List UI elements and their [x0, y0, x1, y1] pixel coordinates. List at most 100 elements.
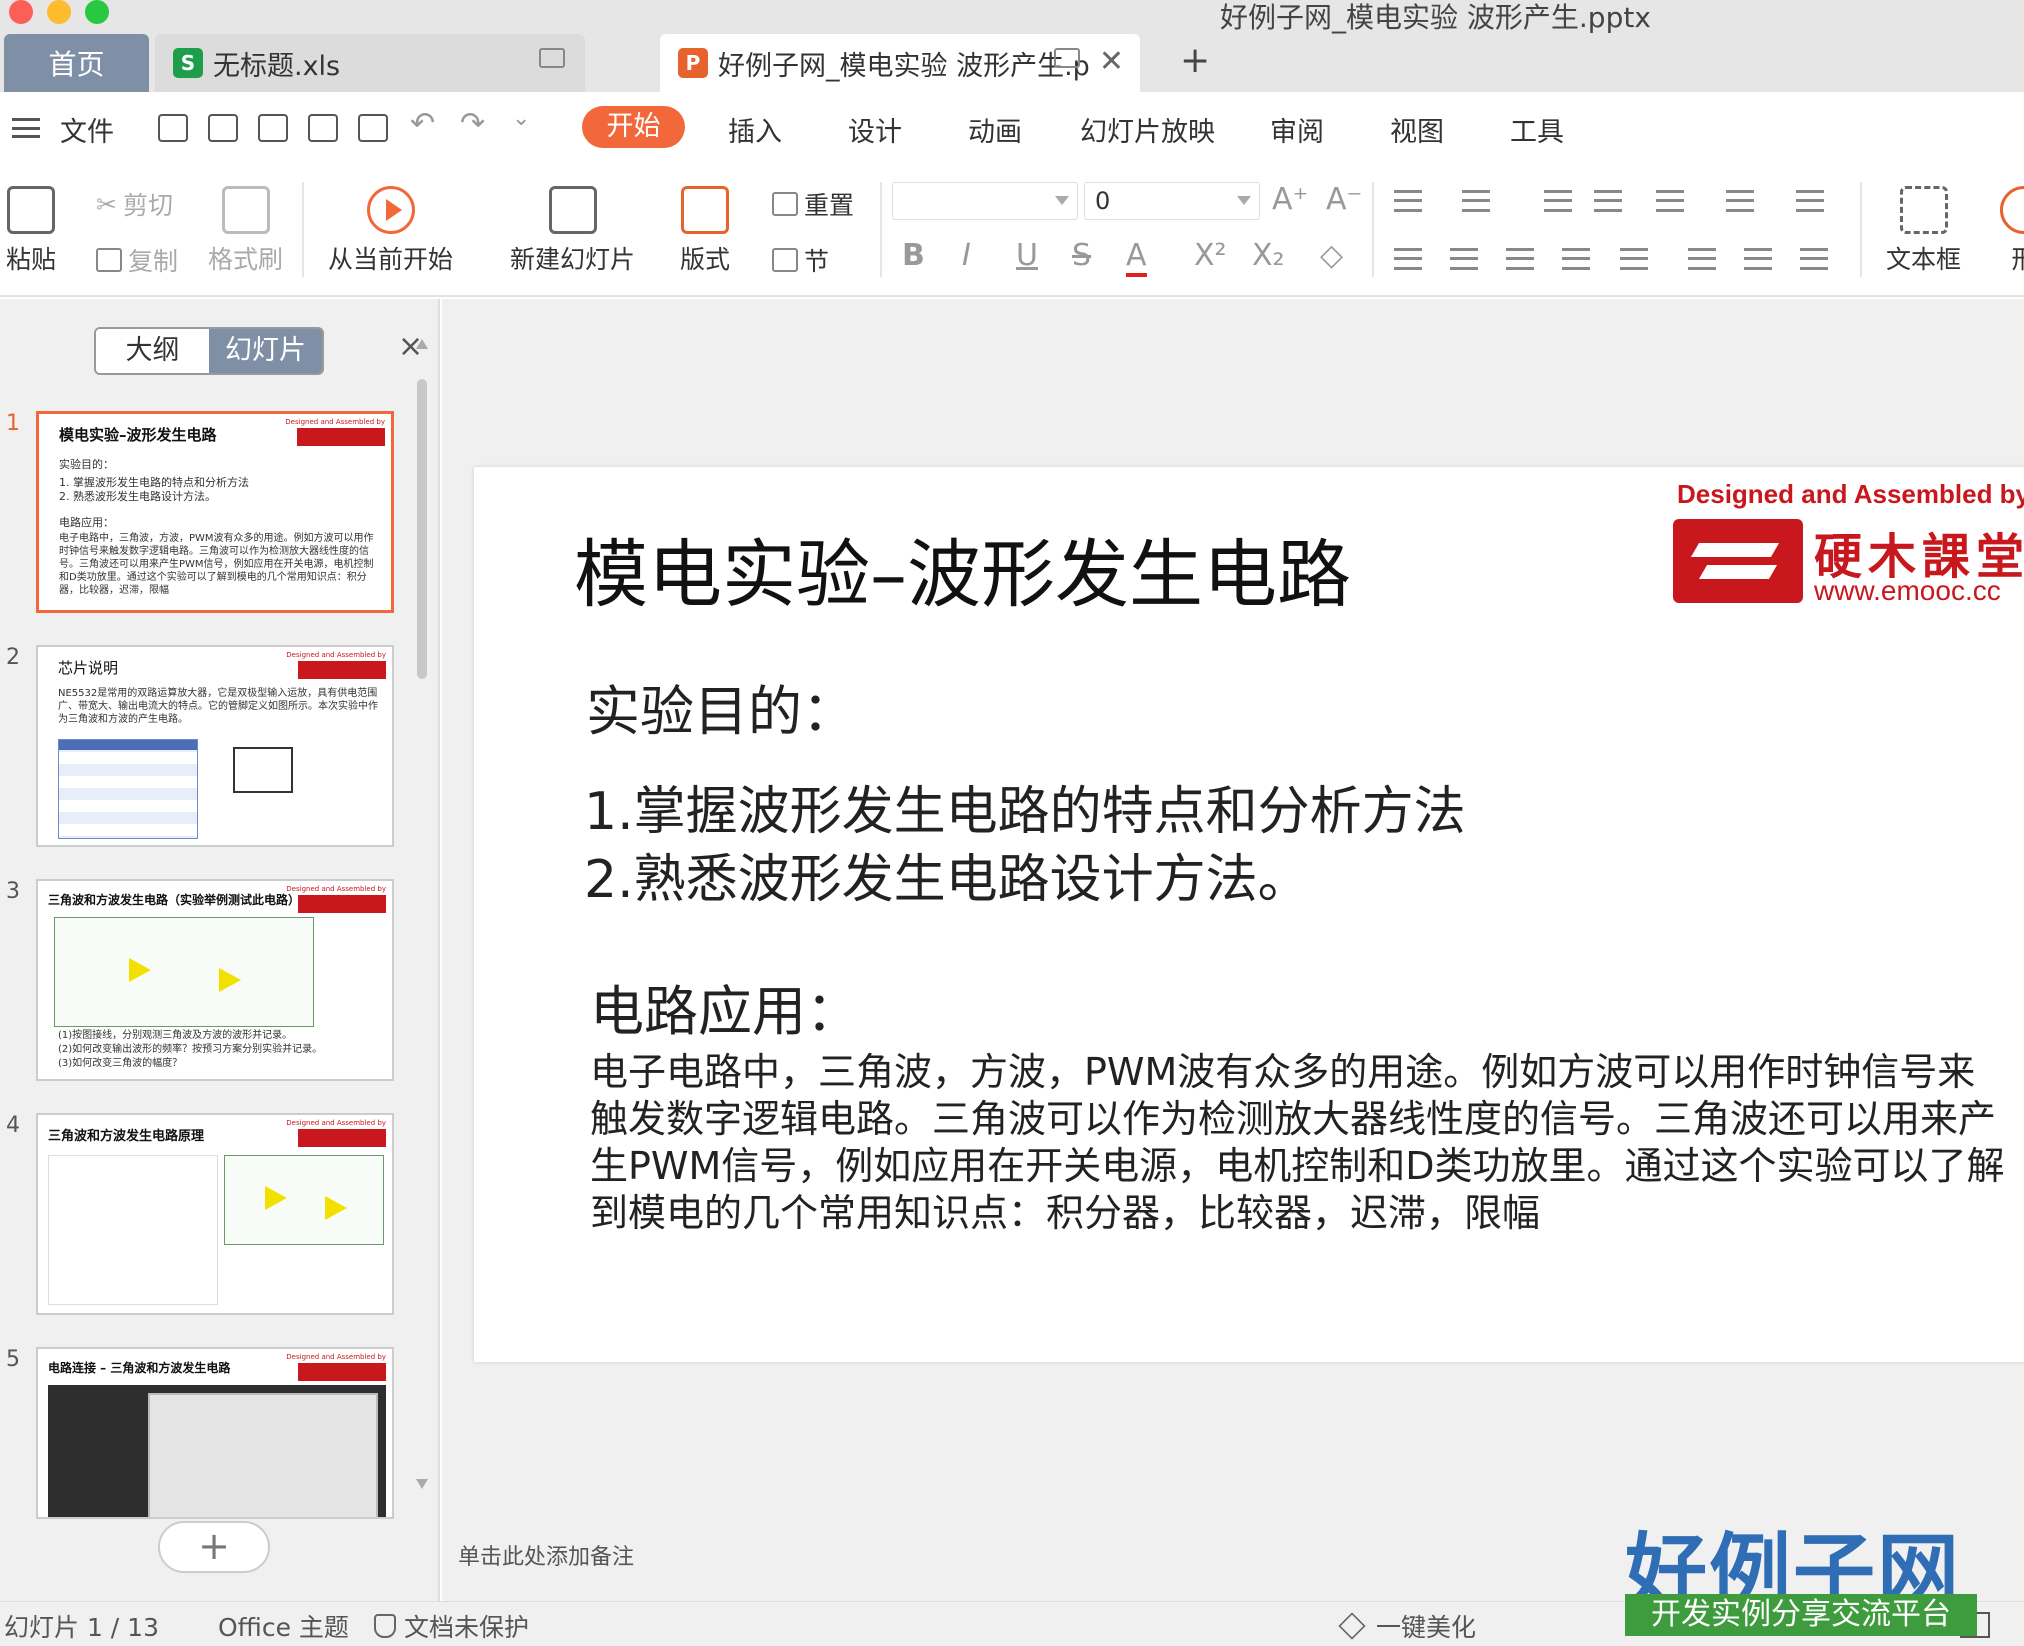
- close-window-button[interactable]: [9, 0, 33, 24]
- line-spacing-icon[interactable]: [1688, 248, 1716, 270]
- theme-name[interactable]: Office 主题: [218, 1608, 349, 1644]
- para-options-icon[interactable]: [1800, 248, 1828, 270]
- export-pdf-icon[interactable]: [258, 114, 288, 142]
- copy-button[interactable]: 复制: [96, 242, 178, 278]
- scroll-down-icon[interactable]: [416, 1479, 428, 1489]
- monitor-icon[interactable]: [1054, 48, 1080, 68]
- tab-slides[interactable]: 幻灯片: [209, 329, 322, 373]
- decrease-font-icon[interactable]: A⁻: [1326, 182, 1362, 217]
- justify-icon[interactable]: [1562, 248, 1590, 270]
- slide-thumbnail-4[interactable]: Designed and Assembled by 三角波和方波发生电路原理: [36, 1113, 394, 1315]
- scroll-up-icon[interactable]: [416, 339, 428, 349]
- layout-button[interactable]: 版式: [680, 186, 730, 276]
- zoom-window-button[interactable]: [85, 0, 109, 24]
- menu-tab-review[interactable]: 审阅: [1270, 110, 1324, 149]
- paste-button[interactable]: 粘贴: [6, 186, 56, 276]
- format-painter-button[interactable]: 格式刷: [208, 186, 283, 276]
- slide-thumbnail-5[interactable]: Designed and Assembled by 电路连接 – 三角波和方波发…: [36, 1347, 394, 1519]
- text-direction-icon[interactable]: [1656, 190, 1684, 212]
- increase-indent-icon[interactable]: [1594, 190, 1622, 212]
- application-body[interactable]: 电子电路中，三角波，方波，PWM波有众多的用途。例如方波可以用作时钟信号来触发数…: [590, 1049, 2010, 1237]
- reset-button[interactable]: 重置: [772, 186, 854, 222]
- tab-xls-document[interactable]: S 无标题.xls: [155, 34, 585, 92]
- menu-tab-slideshow[interactable]: 幻灯片放映: [1080, 110, 1215, 149]
- underline-icon[interactable]: U: [1016, 238, 1038, 273]
- slide-thumbnail-1[interactable]: Designed and Assembled by 模电实验–波形发生电路 实验…: [36, 411, 394, 613]
- thumbnail-text: (3)如何改变三角波的幅度？: [58, 1058, 183, 1069]
- subscript-icon[interactable]: X₂: [1252, 238, 1285, 273]
- thumbnail-scrollbar[interactable]: [416, 339, 428, 1489]
- section-button[interactable]: 节: [772, 242, 829, 278]
- columns-icon[interactable]: [1726, 190, 1754, 212]
- notes-placeholder[interactable]: 单击此处添加备注: [458, 1539, 634, 1571]
- bold-icon[interactable]: B: [902, 238, 925, 273]
- shape-button[interactable]: 形: [2000, 186, 2024, 276]
- italic-icon[interactable]: I: [962, 238, 971, 273]
- tab-bar: 好例子网_模电实验 波形产生.pptx 首页 S 无标题.xls P 好例子网_…: [0, 0, 2024, 92]
- menu-tab-insert[interactable]: 插入: [728, 110, 782, 149]
- distribute-icon[interactable]: [1620, 248, 1648, 270]
- open-folder-icon[interactable]: [158, 114, 188, 142]
- font-size-select[interactable]: 0: [1084, 182, 1260, 220]
- beautify-button[interactable]: 一键美化: [1338, 1608, 1476, 1644]
- align-left-icon[interactable]: [1394, 248, 1422, 270]
- increase-font-icon[interactable]: A⁺: [1272, 182, 1308, 217]
- document-protection[interactable]: 文档未保护: [374, 1608, 529, 1644]
- menu-tab-start[interactable]: 开始: [582, 106, 685, 148]
- thumbnail-paragraph: 电子电路中，三角波，方波，PWM波有众多的用途。例如方波可以用作时钟信号来触发数…: [59, 533, 374, 596]
- menu-tab-tools[interactable]: 工具: [1510, 110, 1564, 149]
- hamburger-menu-icon[interactable]: [12, 118, 40, 138]
- print-preview-icon[interactable]: [358, 114, 388, 142]
- tab-ppt-label: 好例子网_模电实验 波形产生.p: [718, 50, 1090, 82]
- new-slide-button[interactable]: 新建幻灯片: [510, 186, 635, 276]
- quick-access-dropdown-icon[interactable]: ⌄: [512, 106, 530, 131]
- menu-tab-view[interactable]: 视图: [1390, 110, 1444, 149]
- redo-icon[interactable]: ↷: [460, 106, 485, 141]
- slide-title[interactable]: 模电实验–波形发生电路: [574, 515, 1351, 622]
- current-slide[interactable]: 模电实验–波形发生电路 Designed and Assembled by 硬木…: [474, 467, 2024, 1362]
- align-center-icon[interactable]: [1450, 248, 1478, 270]
- minimize-window-button[interactable]: [47, 0, 71, 24]
- ribbon-toolbar: 粘贴 ✂ 剪切 复制 格式刷 从当前开始 新建幻灯片 版式 重置 节 0 A⁺ …: [0, 162, 2024, 297]
- tab-home[interactable]: 首页: [4, 34, 149, 92]
- cut-button[interactable]: ✂ 剪切: [96, 186, 173, 222]
- font-family-select[interactable]: [892, 182, 1078, 220]
- save-icon[interactable]: [208, 114, 238, 142]
- monitor-icon[interactable]: [539, 48, 565, 68]
- undo-icon[interactable]: ↶: [410, 106, 435, 141]
- shape-label: 形: [2011, 245, 2024, 274]
- clear-format-icon[interactable]: ◇: [1320, 238, 1343, 273]
- play-from-current-button[interactable]: 从当前开始: [328, 186, 453, 276]
- copy-icon: [96, 248, 122, 272]
- slide-panel: 大纲 幻灯片 × 1 Designed and Assembled by 模电实…: [0, 299, 440, 1601]
- font-color-icon[interactable]: A: [1126, 238, 1147, 277]
- close-tab-icon[interactable]: ✕: [1099, 44, 1124, 79]
- align-right-icon[interactable]: [1506, 248, 1534, 270]
- slide-thumbnail-3[interactable]: Designed and Assembled by 三角波和方波发生电路（实验举…: [36, 879, 394, 1081]
- new-slide-label: 新建幻灯片: [510, 245, 636, 274]
- slide-thumbnail-2[interactable]: Designed and Assembled by 芯片说明 NE5532是常用…: [36, 645, 394, 847]
- menu-tab-animation[interactable]: 动画: [968, 110, 1022, 149]
- application-heading[interactable]: 电路应用：: [590, 967, 860, 1046]
- superscript-icon[interactable]: X²: [1194, 238, 1227, 273]
- paragraph-spacing-icon[interactable]: [1744, 248, 1772, 270]
- textbox-button[interactable]: 文本框: [1886, 186, 1961, 276]
- numbered-list-icon[interactable]: [1462, 190, 1490, 212]
- objective-item[interactable]: 1.掌握波形发生电路的特点和分析方法: [584, 769, 1466, 844]
- new-tab-button[interactable]: +: [1180, 40, 1210, 81]
- add-slide-button[interactable]: +: [158, 1521, 270, 1573]
- align-text-icon[interactable]: [1796, 190, 1824, 212]
- thumbnail-title: 电路连接 – 三角波和方波发生电路: [48, 1361, 231, 1375]
- bullet-list-icon[interactable]: [1394, 190, 1422, 212]
- print-icon[interactable]: [308, 114, 338, 142]
- thumbnail-title: 芯片说明: [58, 659, 119, 677]
- strikethrough-icon[interactable]: S: [1072, 238, 1091, 273]
- objective-item[interactable]: 2.熟悉波形发生电路设计方法。: [584, 837, 1310, 912]
- decrease-indent-icon[interactable]: [1544, 190, 1572, 212]
- menu-tab-design[interactable]: 设计: [848, 110, 902, 149]
- tab-outline[interactable]: 大纲: [96, 329, 209, 373]
- scroll-thumb[interactable]: [417, 379, 427, 679]
- objective-heading[interactable]: 实验目的：: [586, 667, 856, 746]
- tab-ppt-document[interactable]: P 好例子网_模电实验 波形产生.p ✕: [660, 34, 1140, 92]
- menu-file[interactable]: 文件: [60, 110, 114, 149]
